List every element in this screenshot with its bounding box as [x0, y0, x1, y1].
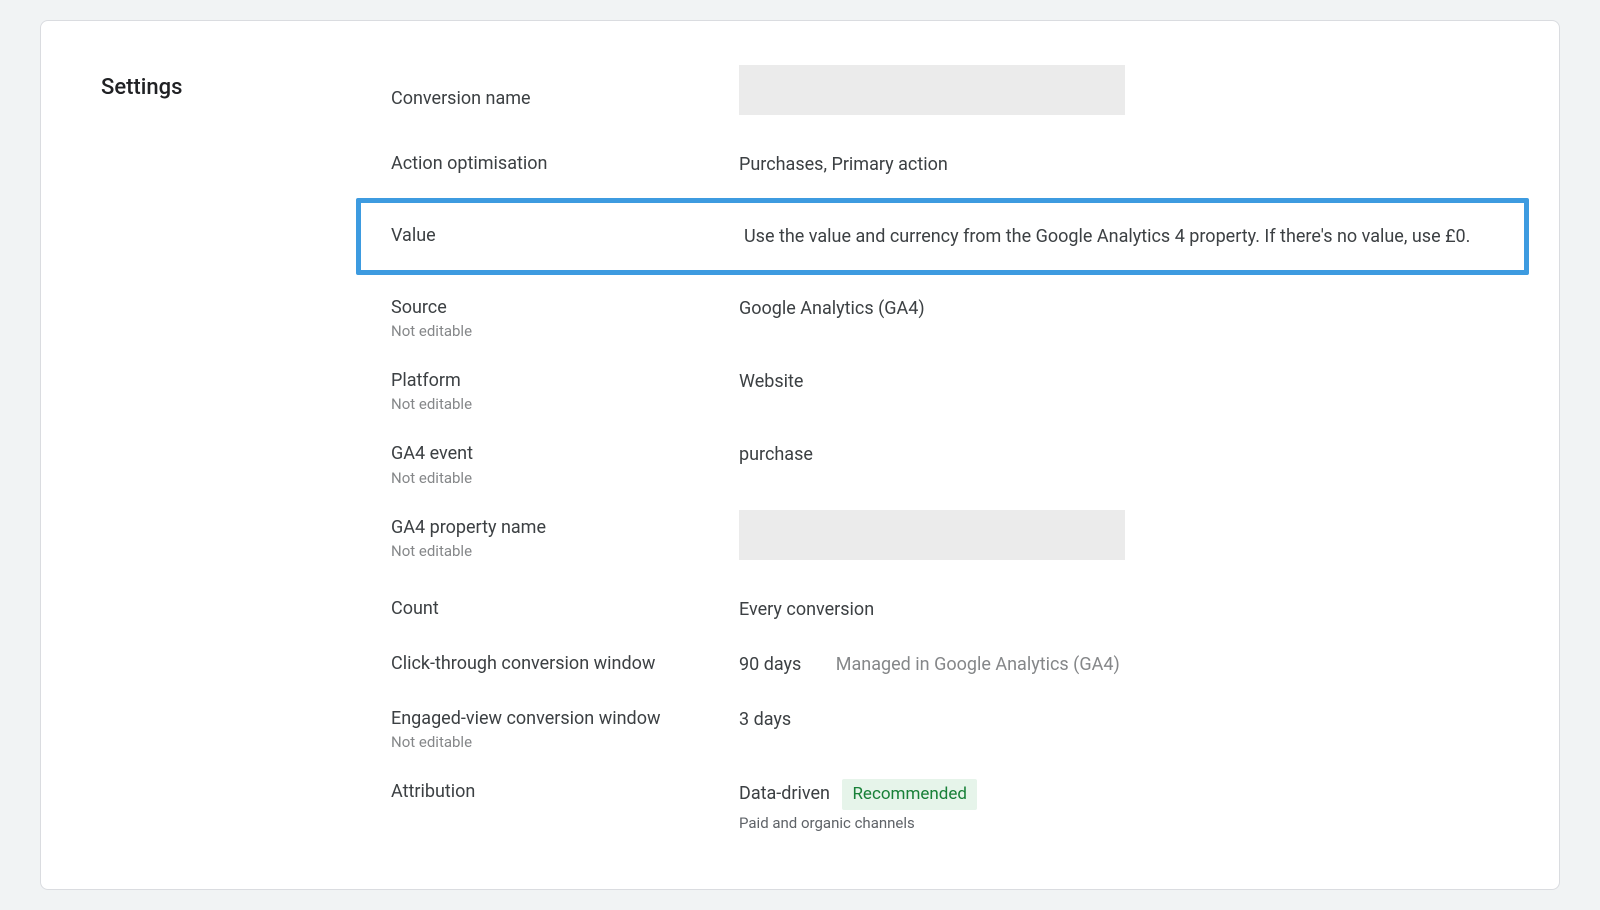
label-ga4-event: GA4 event — [391, 441, 739, 466]
row-count[interactable]: Count Every conversion — [391, 582, 1499, 637]
value-count: Every conversion — [739, 596, 1499, 623]
row-value-highlighted[interactable]: Value Use the value and currency from th… — [356, 198, 1529, 275]
value-source: Google Analytics (GA4) — [739, 295, 1499, 322]
value-value: Use the value and currency from the Goog… — [744, 223, 1494, 250]
label-platform: Platform — [391, 368, 739, 393]
sub-engaged-view: Not editable — [391, 733, 739, 751]
settings-card: Settings Conversion name Action optimisa… — [40, 20, 1560, 890]
value-engaged-view: 3 days — [739, 706, 1499, 733]
label-click-through: Click-through conversion window — [391, 651, 739, 676]
settings-left-column: Settings — [101, 61, 351, 849]
label-conversion-name: Conversion name — [391, 86, 739, 111]
sub-ga4-property: Not editable — [391, 542, 739, 560]
row-ga4-event: GA4 event Not editable purchase — [391, 427, 1499, 500]
label-source: Source — [391, 295, 739, 320]
value-ga4-event: purchase — [739, 441, 1499, 468]
redacted-ga4-property — [739, 510, 1125, 560]
row-ga4-property: GA4 property name Not editable — [391, 501, 1499, 582]
sub-source: Not editable — [391, 322, 739, 340]
settings-content: Settings Conversion name Action optimisa… — [101, 61, 1499, 849]
badge-recommended: Recommended — [842, 779, 977, 811]
label-engaged-view: Engaged-view conversion window — [391, 706, 739, 731]
settings-right-column: Conversion name Action optimisation Purc… — [391, 61, 1499, 849]
row-source: Source Not editable Google Analytics (GA… — [391, 281, 1499, 354]
row-engaged-view: Engaged-view conversion window Not edita… — [391, 692, 1499, 765]
value-action-optimisation: Purchases, Primary action — [739, 151, 1499, 178]
label-value: Value — [391, 223, 744, 248]
row-conversion-name[interactable]: Conversion name — [391, 61, 1499, 137]
redacted-conversion-name — [739, 65, 1125, 115]
sub-ga4-event: Not editable — [391, 469, 739, 487]
label-action-optimisation: Action optimisation — [391, 151, 739, 176]
value-attribution: Data-driven — [739, 783, 830, 804]
section-title: Settings — [101, 61, 351, 100]
value-platform: Website — [739, 368, 1499, 395]
value-click-through: 90 days — [739, 654, 801, 675]
sub-platform: Not editable — [391, 395, 739, 413]
label-attribution: Attribution — [391, 779, 739, 804]
row-action-optimisation[interactable]: Action optimisation Purchases, Primary a… — [391, 137, 1499, 192]
row-platform: Platform Not editable Website — [391, 354, 1499, 427]
row-click-through[interactable]: Click-through conversion window 90 days … — [391, 637, 1499, 692]
value-attribution-sub: Paid and organic channels — [739, 812, 1499, 835]
row-attribution[interactable]: Attribution Data-driven Recommended Paid… — [391, 765, 1499, 849]
label-count: Count — [391, 596, 739, 621]
label-ga4-property: GA4 property name — [391, 515, 739, 540]
note-click-through: Managed in Google Analytics (GA4) — [836, 654, 1120, 675]
